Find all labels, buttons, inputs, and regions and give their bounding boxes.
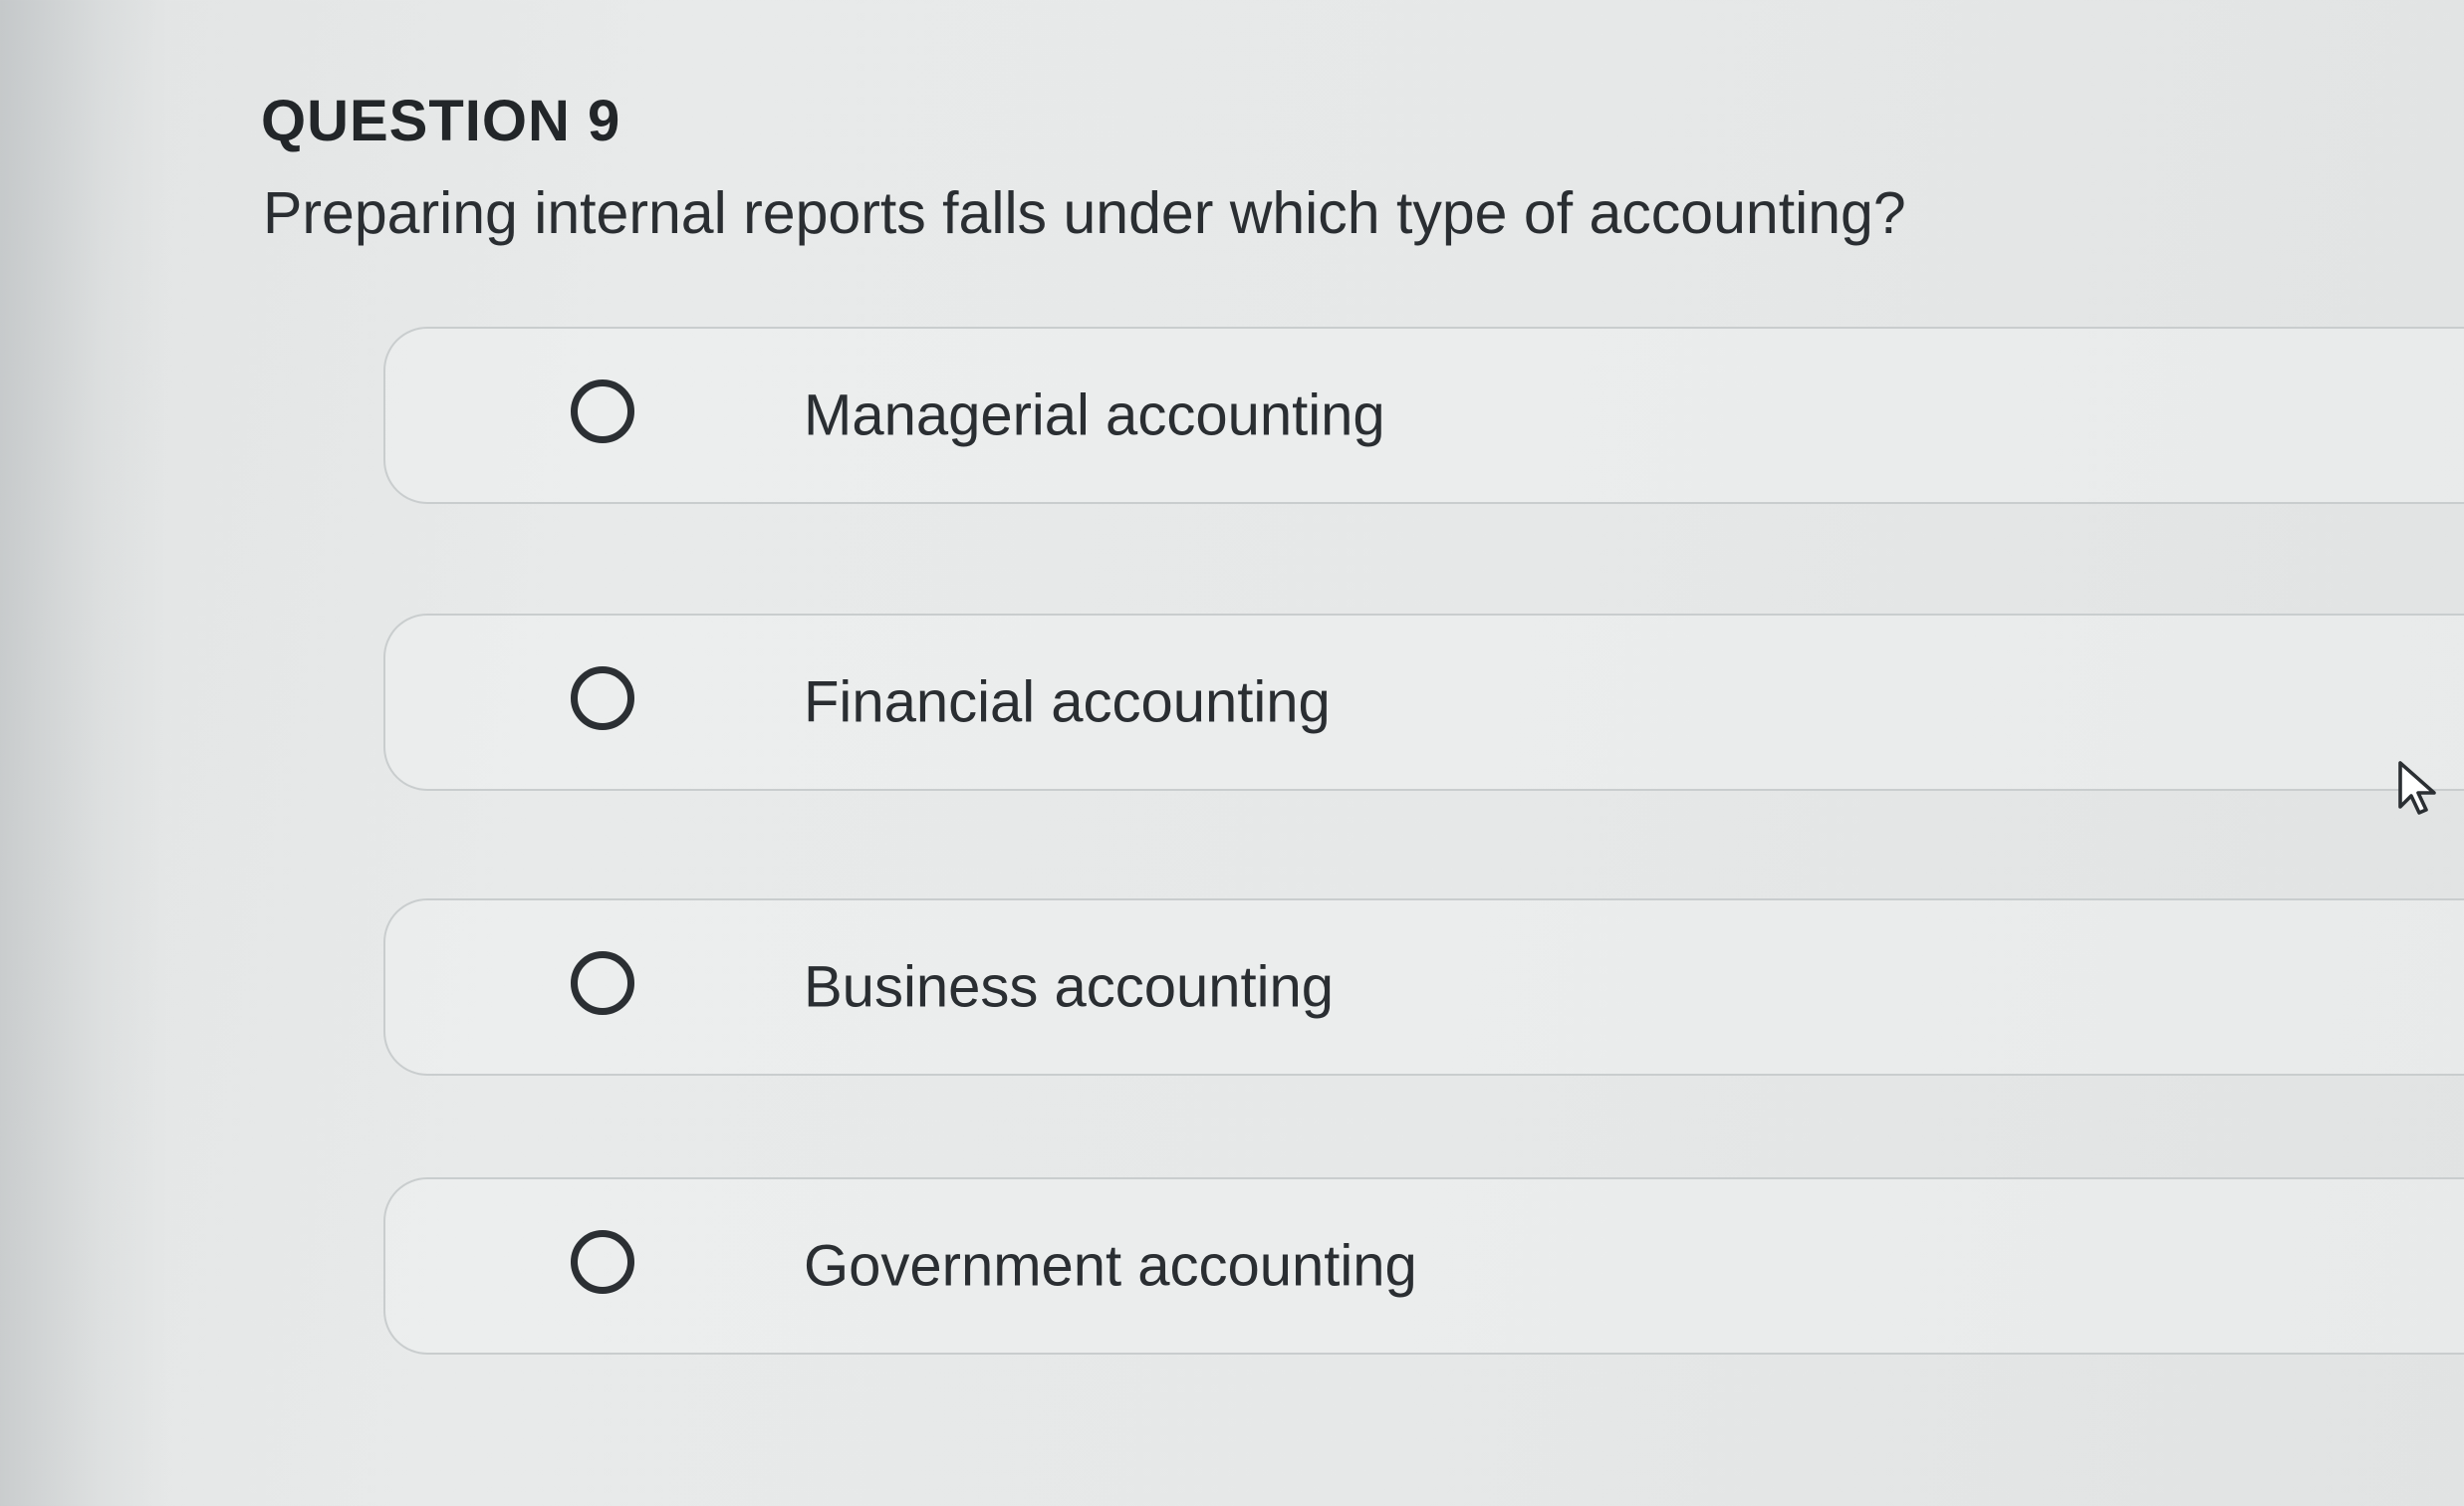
- radio-unselected-icon[interactable]: [571, 1230, 634, 1294]
- answer-option-business[interactable]: Business accounting: [383, 898, 2464, 1076]
- question-number: QUESTION 9: [261, 89, 621, 153]
- radio-unselected-icon[interactable]: [571, 379, 634, 443]
- answer-option-label[interactable]: Financial accounting: [804, 669, 1331, 736]
- radio-unselected-icon[interactable]: [571, 951, 634, 1015]
- answer-option-label[interactable]: Government accounting: [804, 1233, 1417, 1300]
- answer-option-government[interactable]: Government accounting: [383, 1177, 2464, 1355]
- answer-option-label[interactable]: Managerial accounting: [804, 382, 1385, 449]
- answer-option-financial[interactable]: Financial accounting: [383, 614, 2464, 791]
- screen-edge-shadow: [0, 0, 169, 1506]
- answer-option-managerial[interactable]: Managerial accounting: [383, 327, 2464, 504]
- answer-option-label[interactable]: Business accounting: [804, 954, 1334, 1021]
- question-prompt: Preparing internal reports falls under w…: [263, 180, 1906, 246]
- mouse-pointer-icon: [2398, 761, 2436, 815]
- radio-unselected-icon[interactable]: [571, 666, 634, 730]
